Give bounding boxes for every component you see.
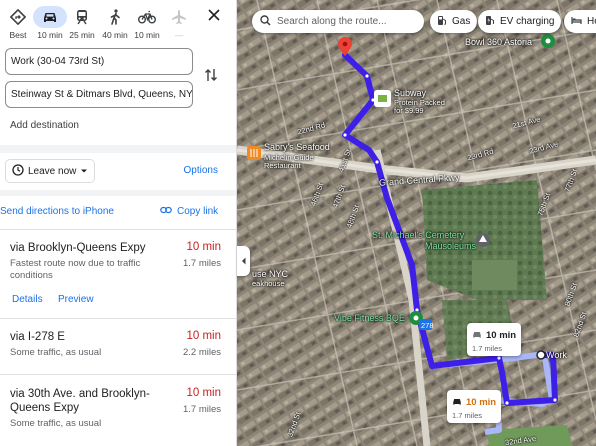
mode-transit[interactable]: 25 min xyxy=(65,6,99,40)
search-icon xyxy=(260,14,271,29)
callout-distance: 1.7 miles xyxy=(452,411,483,420)
travel-modes: Best 10 min 25 min 40 min 10 min — xyxy=(0,6,236,42)
preview-button[interactable]: Preview xyxy=(58,294,94,305)
car-icon xyxy=(33,6,67,28)
map-label-work: Work xyxy=(546,350,567,360)
options-button[interactable]: Options xyxy=(184,165,218,176)
map-label-subway: Subway xyxy=(394,88,427,98)
hotels-chip-label: Ho xyxy=(587,16,596,27)
mode-label: 40 min xyxy=(102,30,128,40)
route-name: via Brooklyn-Queens Expy xyxy=(10,242,146,254)
link-icon xyxy=(160,206,172,217)
map-label-house: use NYC xyxy=(252,269,289,279)
add-destination-link[interactable]: Add destination xyxy=(10,120,79,131)
map-label-cemetery: St. Michael's Cemetery xyxy=(372,230,465,240)
callout-distance: 1.7 miles xyxy=(472,344,503,353)
mode-label: — xyxy=(174,30,184,40)
map-label-sabrys: Sabry's Seafood xyxy=(264,142,330,152)
route-description: Fastest route now due to traffic conditi… xyxy=(10,258,141,281)
origin-field[interactable]: Work (30-04 73rd St) xyxy=(5,48,193,75)
walk-icon xyxy=(98,6,132,28)
train-icon xyxy=(65,6,99,28)
separator xyxy=(0,374,236,375)
chevron-left-icon xyxy=(241,252,247,270)
diamond-directions-icon xyxy=(1,6,35,28)
swap-icon[interactable] xyxy=(204,67,218,88)
map-label-sabrys-sub: Restaurant xyxy=(264,161,301,170)
route-callout-selected[interactable]: 10 min 1.7 miles xyxy=(447,390,502,423)
destination-field[interactable]: Steinway St & Ditmars Blvd, Queens, NY 1 xyxy=(5,81,193,108)
car-icon xyxy=(472,326,482,344)
mode-label: 10 min xyxy=(37,30,63,40)
satellite-map xyxy=(237,0,596,446)
mode-drive[interactable]: 10 min xyxy=(33,6,67,40)
map-label-interstate: 278 xyxy=(421,321,434,330)
route-name: via I-278 E xyxy=(10,331,65,343)
search-placeholder: Search along the route... xyxy=(277,16,387,27)
section-divider xyxy=(0,190,236,196)
callout-time: 10 min xyxy=(466,396,497,408)
bike-icon xyxy=(130,6,164,28)
clock-icon xyxy=(12,163,24,179)
map-label-bowl: Bowl 360 Astoria xyxy=(465,37,533,47)
route-time: 10 min xyxy=(186,330,221,342)
ev-charging-chip-label: EV charging xyxy=(500,16,555,27)
gas-pump-icon xyxy=(437,15,447,29)
car-icon xyxy=(452,393,462,411)
route-callout[interactable]: 10 min 1.7 miles xyxy=(467,323,522,356)
section-divider xyxy=(0,145,236,153)
hotels-chip[interactable]: Ho xyxy=(564,10,596,33)
leave-now-dropdown[interactable]: Leave now xyxy=(5,159,96,183)
route-time: 10 min xyxy=(186,387,221,399)
origin-dot-icon xyxy=(536,350,546,360)
copy-link-label: Copy link xyxy=(177,206,219,217)
route-option-1[interactable]: via Brooklyn-Queens Expy 10 min 1.7 mile… xyxy=(0,241,236,317)
map-view[interactable]: Bowl 360 Astoria Subway Protein Packed f… xyxy=(237,0,596,446)
map-label-subway-sub: for $9.99 xyxy=(394,106,424,115)
mode-best[interactable]: Best xyxy=(1,6,35,40)
collapse-panel-button[interactable] xyxy=(237,246,250,276)
directions-panel: Best 10 min 25 min 40 min 10 min — Work … xyxy=(0,0,237,446)
mode-flight[interactable]: — xyxy=(162,6,196,40)
mode-label: 10 min xyxy=(134,30,160,40)
mode-label: 25 min xyxy=(69,30,95,40)
route-description: Some traffic, as usual xyxy=(10,347,102,358)
route-distance: 2.2 miles xyxy=(182,347,221,358)
copy-link-button[interactable]: Copy link xyxy=(160,206,218,217)
bed-icon xyxy=(571,16,582,28)
route-time: 10 min xyxy=(186,241,221,253)
search-along-route-input[interactable]: Search along the route... xyxy=(252,10,424,33)
route-distance: 1.7 miles xyxy=(182,258,221,269)
separator xyxy=(0,229,236,230)
separator xyxy=(0,318,236,319)
route-option-2[interactable]: via I-278 E 10 min 2.2 miles Some traffi… xyxy=(0,330,236,370)
mode-walk[interactable]: 40 min xyxy=(98,6,132,40)
mode-label: Best xyxy=(9,30,27,40)
ev-charging-chip[interactable]: EV charging xyxy=(478,10,562,33)
map-label-cemetery-2: Mausoleums xyxy=(425,241,477,251)
close-icon[interactable] xyxy=(208,8,220,26)
gas-chip[interactable]: Gas xyxy=(430,10,478,33)
ev-charger-icon xyxy=(485,15,495,29)
route-name: via 30th Ave. and Brooklyn-Queens Expy xyxy=(10,388,150,414)
caret-down-icon xyxy=(80,166,88,177)
details-button[interactable]: Details xyxy=(12,294,43,305)
plane-icon xyxy=(162,6,196,28)
route-distance: 1.7 miles xyxy=(182,404,221,415)
mode-bike[interactable]: 10 min xyxy=(130,6,164,40)
leave-now-label: Leave now xyxy=(28,165,77,177)
send-directions-link[interactable]: Send directions to iPhone xyxy=(0,206,114,217)
map-label-steakhouse: eakhouse xyxy=(252,279,285,288)
gas-chip-label: Gas xyxy=(452,16,471,27)
route-description: Some traffic, as usual xyxy=(10,418,102,429)
route-option-3[interactable]: via 30th Ave. and Brooklyn-Queens Expy 1… xyxy=(0,387,236,446)
map-label-vibe: Vibe Fitness BQE xyxy=(334,313,405,323)
callout-time: 10 min xyxy=(486,329,517,341)
